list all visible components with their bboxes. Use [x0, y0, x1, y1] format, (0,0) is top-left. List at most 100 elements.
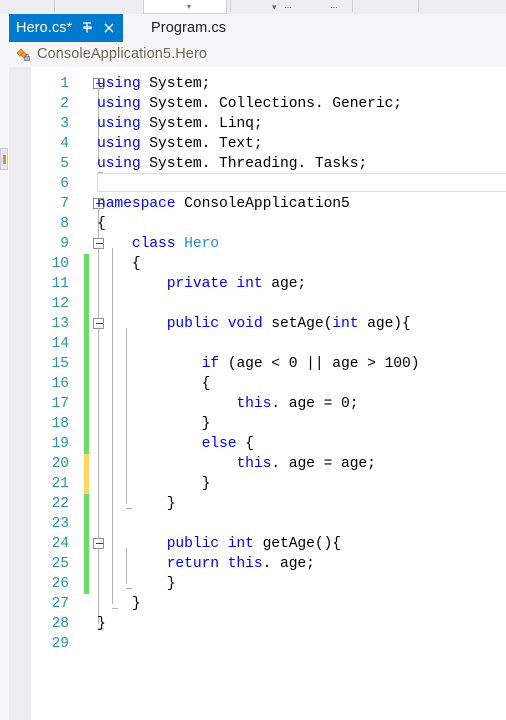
- line-text[interactable]: using System. Linq;: [97, 114, 263, 134]
- line-text[interactable]: if (age < 0 || age > 100): [97, 354, 420, 374]
- breadcrumb-label[interactable]: ConsoleApplication5.Hero: [37, 47, 207, 62]
- line-text[interactable]: namespace ConsoleApplication5: [97, 194, 350, 214]
- line-text[interactable]: public void setAge(int age){: [97, 314, 411, 334]
- code-line[interactable]: 12: [9, 294, 506, 314]
- line-number: 5: [60, 156, 69, 172]
- toolbar-separator: [352, 0, 353, 12]
- line-number: 27: [51, 596, 69, 612]
- line-text[interactable]: }: [97, 414, 211, 434]
- code-line[interactable]: 21 }: [9, 474, 506, 494]
- line-text[interactable]: }: [97, 614, 106, 634]
- line-number: 12: [51, 296, 69, 312]
- code-line[interactable]: 11 private int age;: [9, 274, 506, 294]
- code-line[interactable]: 14: [9, 334, 506, 354]
- line-text[interactable]: else {: [97, 434, 254, 454]
- toolbar-separator: [230, 0, 231, 12]
- configuration-combobox[interactable]: [143, 0, 227, 14]
- code-line[interactable]: 29: [9, 634, 506, 654]
- code-line[interactable]: 2 using System. Collections. Generic;: [9, 94, 506, 114]
- toolbar-separator: [54, 0, 55, 12]
- tab-hero-cs[interactable]: Hero.cs*: [9, 14, 124, 42]
- document-tab-bar: Hero.cs* Program.cs: [9, 14, 506, 43]
- line-text[interactable]: using System. Collections. Generic;: [97, 94, 402, 114]
- code-line[interactable]: 25 return this. age;: [9, 554, 506, 574]
- toolbar-strip: ▾ ▾ ⋯ ⋯: [0, 0, 506, 15]
- line-number: 17: [51, 396, 69, 412]
- line-number: 20: [51, 456, 69, 472]
- code-line[interactable]: 17 this. age = 0;: [9, 394, 506, 414]
- line-number: 3: [60, 116, 69, 132]
- line-number: 9: [60, 236, 69, 252]
- code-line[interactable]: 19 else {: [9, 434, 506, 454]
- code-line[interactable]: 13 public void setAge(int age){: [9, 314, 506, 334]
- code-line[interactable]: 7 namespace ConsoleApplication5: [9, 194, 506, 214]
- tab-label: Program.cs: [151, 19, 227, 36]
- sidebar-item-toolbox[interactable]: [0, 148, 8, 170]
- code-line[interactable]: 15 if (age < 0 || age > 100): [9, 354, 506, 374]
- code-line[interactable]: 5 using System. Threading. Tasks;: [9, 154, 506, 174]
- code-lines[interactable]: 1 using System; 2 using System. Collections…: [9, 74, 506, 654]
- line-number: 23: [51, 516, 69, 532]
- line-number: 21: [51, 476, 69, 492]
- class-lock-icon: [15, 47, 32, 62]
- pin-icon[interactable]: [80, 20, 94, 36]
- overflow-ellipsis-icon[interactable]: ⋯: [330, 4, 338, 12]
- code-line[interactable]: 16 {: [9, 374, 506, 394]
- line-text[interactable]: using System;: [97, 74, 210, 94]
- line-number: 7: [60, 196, 69, 212]
- code-line[interactable]: 26 }: [9, 574, 506, 594]
- line-number: 28: [51, 616, 69, 632]
- line-text[interactable]: }: [97, 474, 211, 494]
- line-number: 1: [60, 76, 69, 92]
- line-text[interactable]: class Hero: [97, 234, 219, 254]
- code-line[interactable]: 23: [9, 514, 506, 534]
- chevron-down-icon[interactable]: ▾: [187, 3, 191, 11]
- code-line[interactable]: 6: [9, 174, 506, 194]
- code-line[interactable]: 9 class Hero: [9, 234, 506, 254]
- code-line[interactable]: 10 {: [9, 254, 506, 274]
- line-number: 16: [51, 376, 69, 392]
- line-text[interactable]: this. age = age;: [97, 454, 376, 474]
- line-text[interactable]: public int getAge(){: [97, 534, 341, 554]
- code-line[interactable]: 22 }: [9, 494, 506, 514]
- code-line[interactable]: 8{: [9, 214, 506, 234]
- line-text[interactable]: {: [97, 214, 106, 234]
- line-text[interactable]: private int age;: [97, 274, 307, 294]
- code-line[interactable]: 1 using System;: [9, 74, 506, 94]
- line-text[interactable]: using System. Threading. Tasks;: [97, 154, 367, 174]
- line-text[interactable]: }: [97, 574, 176, 594]
- tab-label: Hero.cs*: [16, 19, 73, 36]
- line-number: 13: [51, 316, 69, 332]
- code-line[interactable]: 3 using System. Linq;: [9, 114, 506, 134]
- line-number: 6: [60, 176, 69, 192]
- code-line[interactable]: 28}: [9, 614, 506, 634]
- line-text[interactable]: return this. age;: [97, 554, 315, 574]
- line-number: 14: [51, 336, 69, 352]
- code-line[interactable]: 24 public int getAge(){: [9, 534, 506, 554]
- line-number: 15: [51, 356, 69, 372]
- line-text[interactable]: }: [97, 594, 141, 614]
- visual-studio-window: ▾ ▾ ⋯ ⋯ Hero.cs* Program.cs ConsoleAppli…: [0, 0, 506, 720]
- line-text[interactable]: using System. Text;: [97, 134, 263, 154]
- line-text[interactable]: {: [97, 254, 141, 274]
- line-number: 29: [51, 636, 69, 652]
- line-text[interactable]: this. age = 0;: [97, 394, 358, 414]
- line-number: 18: [51, 416, 69, 432]
- line-number: 25: [51, 556, 69, 572]
- code-line[interactable]: 20 this. age = age;: [9, 454, 506, 474]
- line-number: 4: [60, 136, 69, 152]
- line-number: 8: [60, 216, 69, 232]
- code-line[interactable]: 4 using System. Text;: [9, 134, 506, 154]
- toolbar-separator: [418, 0, 419, 12]
- code-line[interactable]: 27 }: [9, 594, 506, 614]
- chevron-down-icon[interactable]: ▾: [272, 3, 277, 12]
- code-editor[interactable]: 1 using System; 2 using System. Collections…: [9, 67, 506, 720]
- close-icon[interactable]: [102, 20, 116, 36]
- code-line[interactable]: 18 }: [9, 414, 506, 434]
- line-text[interactable]: }: [97, 494, 176, 514]
- overflow-ellipsis-icon[interactable]: ⋯: [284, 4, 292, 12]
- line-text[interactable]: {: [97, 374, 211, 394]
- tab-program-cs[interactable]: Program.cs: [144, 14, 233, 42]
- line-number: 26: [51, 576, 69, 592]
- toolbox-icon: [3, 155, 6, 164]
